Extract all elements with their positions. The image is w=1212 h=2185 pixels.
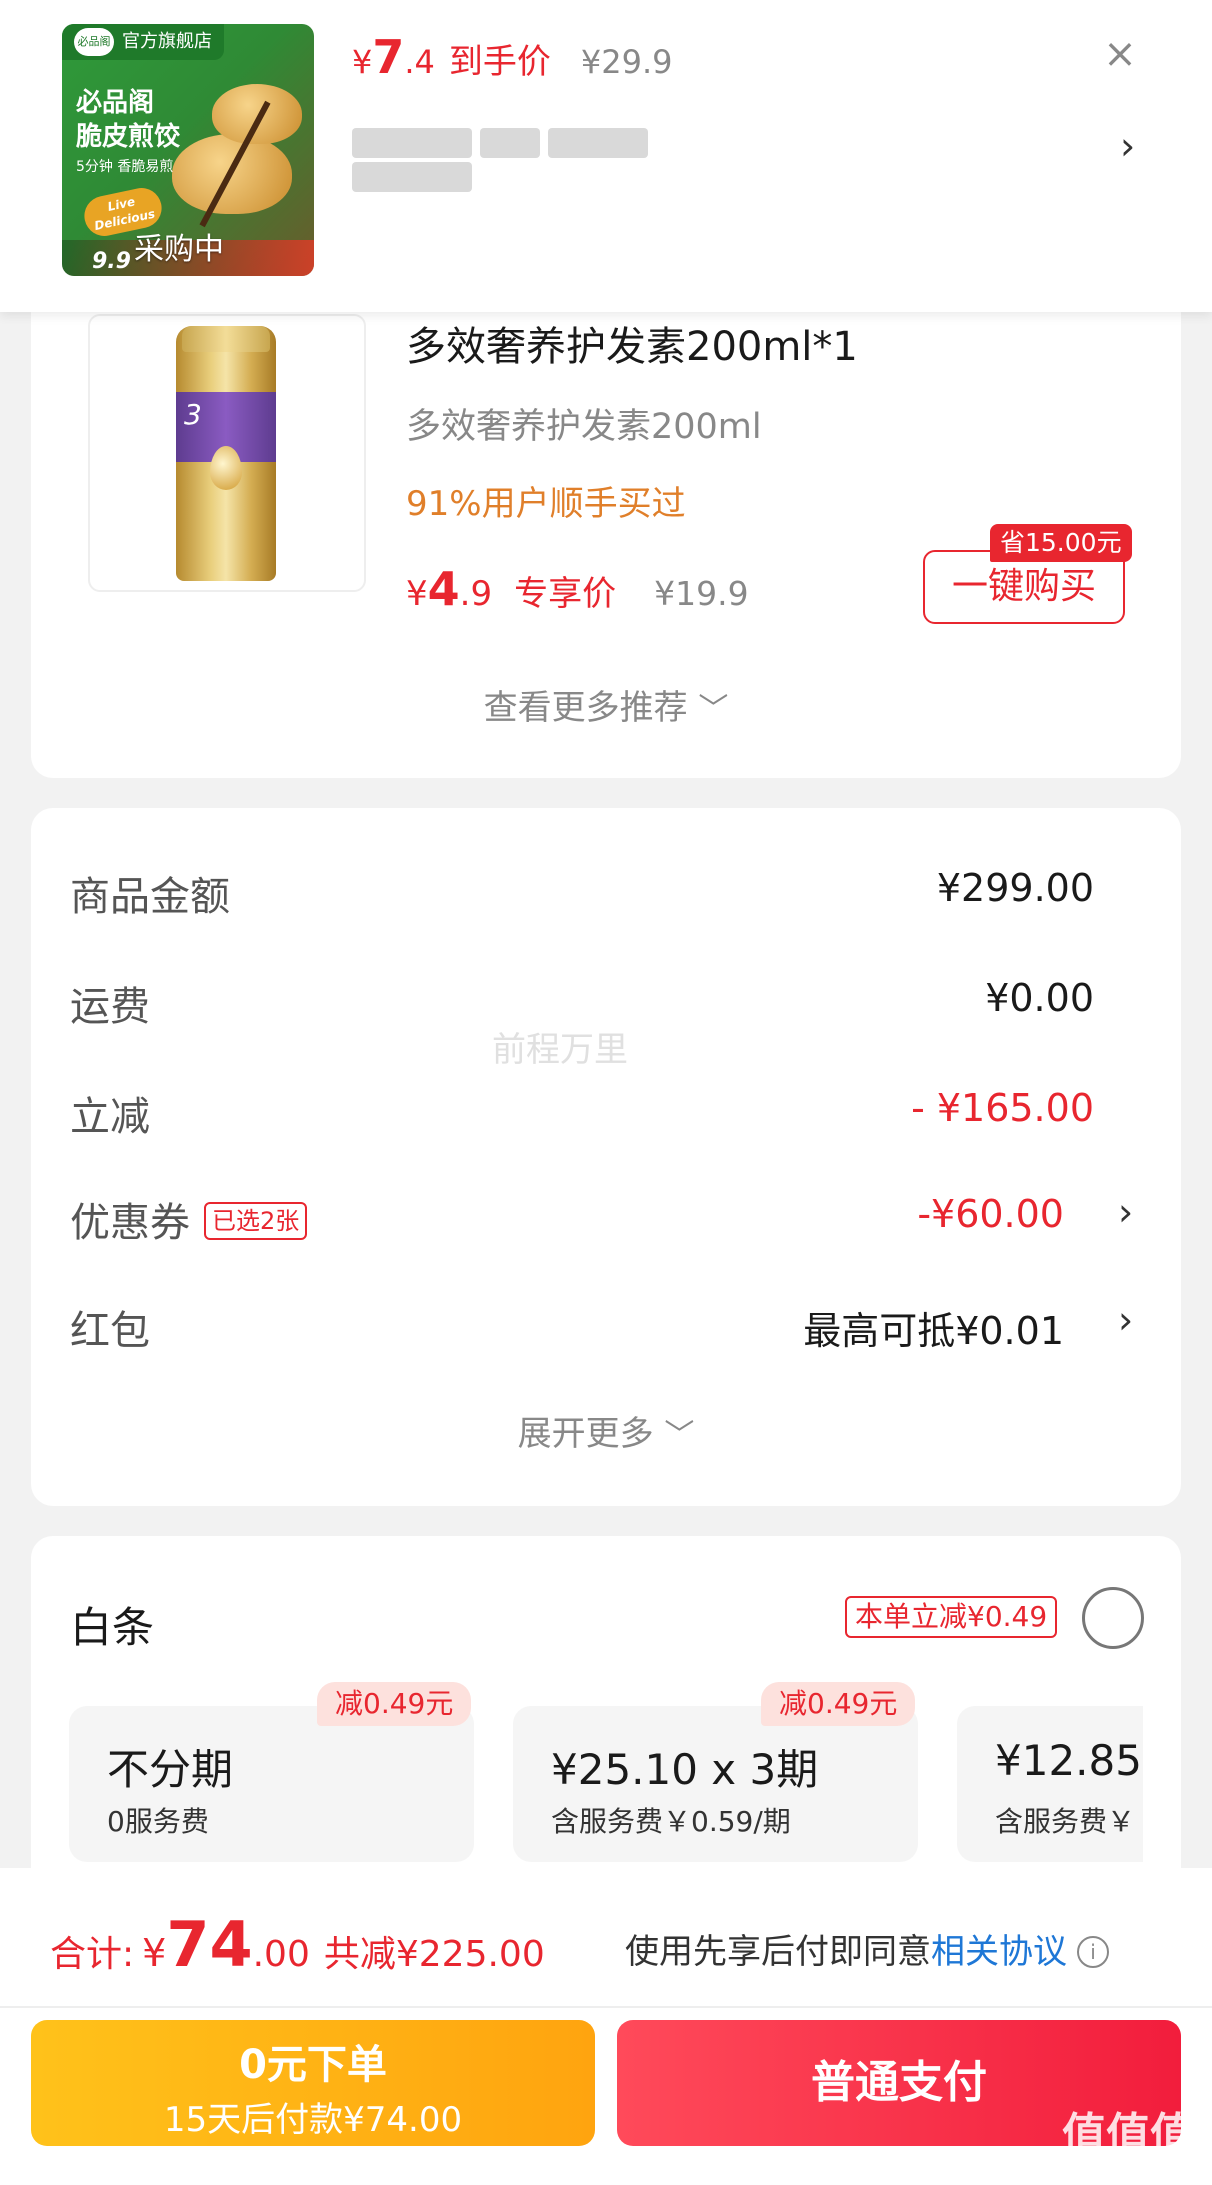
plan-discount-badge: 减0.49元 — [317, 1682, 472, 1726]
thumb-price: 9.9 — [92, 249, 131, 274]
price-decimal: .9 — [459, 574, 493, 614]
agreement-text: 使用先享后付即同意相关协议 i — [625, 1924, 1109, 1973]
plan-option-6-periods[interactable]: ¥12.85 x 含服务费￥ — [957, 1706, 1143, 1862]
total-label: 合计: — [50, 1934, 135, 1975]
plan-option-no-installment[interactable]: 不分期 0服务费 — [69, 1706, 474, 1862]
divider — [0, 2006, 1212, 2008]
row-redpacket-label: 红包 — [70, 1308, 150, 1354]
plan-sub: 0服务费 — [107, 1805, 209, 1838]
floating-product-bar[interactable]: 必品阁 官方旗舰店 必品阁 脆皮煎饺 5分钟 香脆易煎 Live Deliciou… — [0, 0, 1212, 312]
chevron-down-icon: ﹀ — [664, 1418, 695, 1453]
product-thumbnail[interactable]: 必品阁 官方旗舰店 必品阁 脆皮煎饺 5分钟 香脆易煎 Live Deliciou… — [62, 24, 314, 276]
row-shipping-label: 运费 — [70, 984, 150, 1030]
thumb-brand-line1: 必品阁 — [76, 88, 155, 118]
agreement-label: 使用先享后付即同意 — [625, 1932, 931, 1972]
row-instant-discount-label: 立减 — [70, 1094, 150, 1140]
bought-note: 91%用户顺手买过 — [406, 484, 686, 524]
baitiao-title: 白条 — [70, 1603, 155, 1652]
tube-number: 3 — [184, 398, 202, 431]
save-badge: 省15.00元 — [990, 524, 1132, 562]
original-price: ¥29.9 — [580, 43, 673, 81]
total-summary: 合计: ¥74.00 共减¥225.00 — [50, 1908, 545, 1981]
price-integer: 4 — [427, 562, 460, 616]
blurred-text — [352, 128, 782, 192]
info-icon[interactable]: i — [1077, 1936, 1109, 1968]
row-coupon-value[interactable]: -¥60.00 — [917, 1192, 1064, 1236]
currency-symbol: ¥ — [142, 1931, 167, 1975]
row-shipping-value: ¥0.00 — [985, 976, 1094, 1020]
total-decimal: .00 — [252, 1934, 310, 1975]
product-spec: 多效奢养护发素200ml — [406, 407, 762, 447]
installment-plans: 不分期 0服务费 ¥25.10 x 3期 含服务费￥0.59/期 ¥12.85 … — [69, 1706, 1143, 1862]
more-recommend-link[interactable]: 查看更多推荐 ﹀ — [0, 680, 1212, 729]
price-label: 到手价 — [448, 42, 551, 82]
thumb-subtitle: 5分钟 香脆易煎 — [76, 159, 174, 175]
store-tag-label: 官方旗舰店 — [122, 31, 212, 52]
site-watermark-url: zhizhizhi.com — [1062, 2150, 1171, 2169]
chevron-right-icon[interactable]: › — [1118, 1298, 1133, 1342]
total-saved: 共减¥225.00 — [323, 1934, 545, 1975]
tube-cap — [182, 326, 270, 352]
baitiao-discount-chip: 本单立减¥0.49 — [845, 1596, 1058, 1638]
expand-more-link[interactable]: 展开更多 ﹀ — [0, 1406, 1212, 1455]
plan-sub: 含服务费￥0.59/期 — [551, 1805, 791, 1838]
store-tag: 必品阁 官方旗舰店 — [62, 24, 224, 60]
plan-discount-badge: 减0.49元 — [761, 1682, 916, 1726]
plan-main: 不分期 — [107, 1745, 234, 1794]
zero-order-title: 0元下单 — [239, 2042, 387, 2088]
chevron-right-icon[interactable]: › — [1120, 124, 1135, 168]
watermark-text: 前程万里 — [492, 1030, 628, 1070]
thumb-brand: 必品阁 脆皮煎饺 — [76, 86, 180, 154]
conditioner-tube-graphic: 3 — [176, 326, 276, 581]
top-price: ¥7.4 到手价 ¥29.9 — [352, 30, 673, 84]
chevron-right-icon[interactable]: › — [1118, 1190, 1133, 1234]
expand-more-label: 展开更多 — [517, 1414, 654, 1454]
row-coupon-label: 优惠券 — [70, 1200, 190, 1246]
checkout-footer: 合计: ¥74.00 共减¥225.00 使用先享后付即同意相关协议 i 0元下单 1… — [0, 1868, 1212, 2185]
row-goods-amount-value: ¥299.00 — [936, 866, 1094, 910]
zero-order-subtitle: 15天后付款¥74.00 — [163, 2100, 463, 2140]
coupon-selected-chip: 已选2张 — [204, 1202, 308, 1240]
agreement-link[interactable]: 相关协议 — [931, 1932, 1067, 1972]
radio-unchecked-icon[interactable] — [1082, 1587, 1144, 1649]
thumb-brand-line2: 脆皮煎饺 — [76, 122, 181, 152]
row-redpacket-value[interactable]: 最高可抵¥0.01 — [803, 1300, 1064, 1355]
zero-yuan-order-button[interactable]: 0元下单 15天后付款¥74.00 — [31, 2020, 595, 2146]
row-coupon[interactable]: 优惠券 已选2张 — [70, 1190, 308, 1248]
plan-sub: 含服务费￥ — [995, 1805, 1136, 1838]
product-image[interactable]: 3 — [88, 314, 366, 592]
product-title[interactable]: 多效奢养护发素200ml*1 — [406, 314, 858, 372]
plan-option-3-periods[interactable]: ¥25.10 x 3期 含服务费￥0.59/期 — [513, 1706, 918, 1862]
row-goods-amount-label: 商品金额 — [70, 874, 230, 920]
total-integer: 74 — [166, 1908, 253, 1981]
chevron-down-icon: ﹀ — [698, 692, 729, 727]
original-price: ¥19.9 — [654, 574, 749, 613]
plan-main: ¥12.85 x — [995, 1736, 1143, 1785]
purchase-status: 采购中 — [134, 232, 224, 267]
close-icon[interactable]: × — [1100, 34, 1140, 74]
row-instant-discount-value: - ¥165.00 — [911, 1086, 1094, 1130]
price-integer: 7 — [372, 30, 405, 84]
price-label: 专享价 — [514, 574, 617, 614]
brand-logo: 必品阁 — [74, 28, 114, 56]
currency-symbol: ¥ — [352, 43, 373, 81]
oil-drop-graphic — [210, 446, 242, 490]
price-decimal: .4 — [404, 43, 435, 81]
plan-main: ¥25.10 x 3期 — [551, 1745, 819, 1794]
currency-symbol: ¥ — [406, 574, 428, 614]
more-recommend-label: 查看更多推荐 — [483, 688, 688, 728]
recommend-price: ¥4.9 专享价 ¥19.9 — [406, 562, 749, 616]
